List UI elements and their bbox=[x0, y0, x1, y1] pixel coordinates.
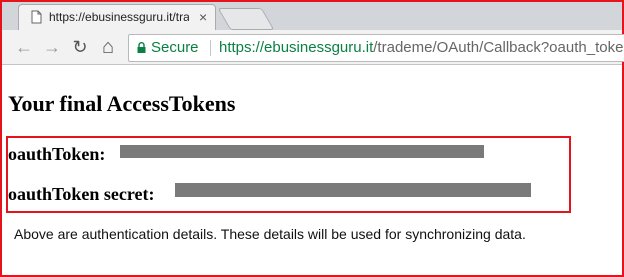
browser-tab[interactable]: https://ebusinessguru.it/tra × bbox=[18, 4, 216, 31]
new-tab-button[interactable] bbox=[217, 8, 275, 30]
back-icon[interactable]: ← bbox=[14, 37, 34, 57]
info-text: Above are authentication details. These … bbox=[14, 226, 526, 242]
oauth-token-label: oauthToken: bbox=[8, 144, 106, 164]
forward-icon[interactable]: → bbox=[42, 37, 62, 57]
tab-strip: https://ebusinessguru.it/tra × bbox=[2, 2, 622, 31]
page-title: Your final AccessTokens bbox=[8, 91, 236, 116]
reload-icon[interactable]: ↻ bbox=[70, 37, 90, 57]
url-text[interactable]: https://ebusinessguru.it/trademe/OAuth/C… bbox=[219, 35, 623, 61]
url-path: /trademe/OAuth/Callback?oauth_toke bbox=[373, 39, 624, 56]
address-separator bbox=[210, 40, 211, 56]
home-icon[interactable]: ⌂ bbox=[98, 37, 118, 57]
secure-label: Secure bbox=[151, 39, 199, 56]
oauth-token-secret-value-redacted bbox=[175, 183, 531, 197]
document-icon bbox=[31, 10, 42, 24]
browser-toolbar: ← → ↻ ⌂ Secure https://ebusinessguru.it/… bbox=[2, 30, 624, 65]
oauth-token-secret-label: oauthToken secret: bbox=[8, 184, 155, 204]
address-bar[interactable]: Secure https://ebusinessguru.it/trademe/… bbox=[128, 34, 624, 62]
close-icon[interactable]: × bbox=[199, 9, 207, 25]
tab-title: https://ebusinessguru.it/tra bbox=[49, 10, 189, 24]
oauth-token-value-redacted bbox=[120, 145, 484, 158]
lock-icon bbox=[137, 42, 146, 53]
url-host: https://ebusinessguru.it bbox=[219, 39, 374, 56]
